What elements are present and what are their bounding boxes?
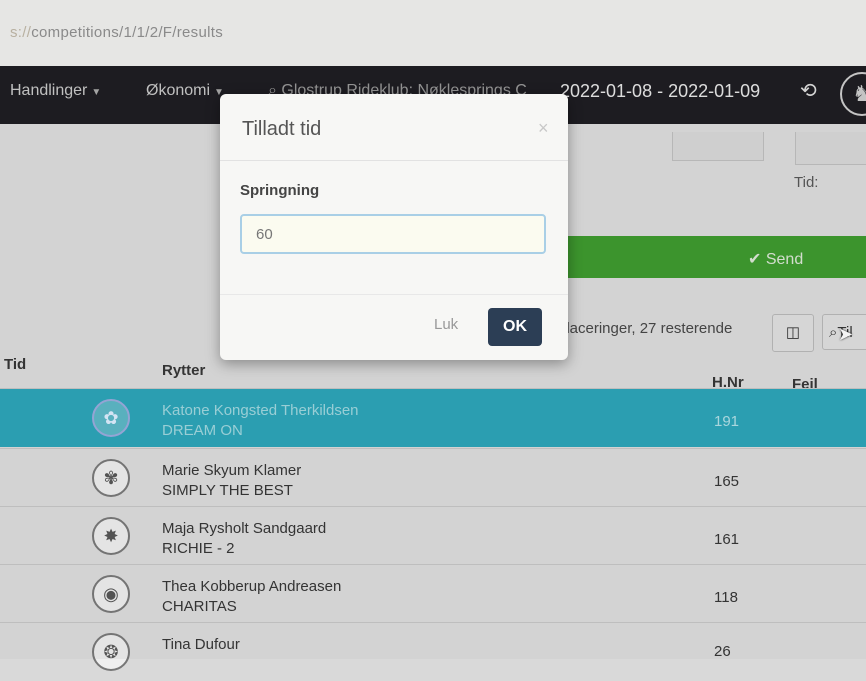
divider (220, 294, 568, 295)
url-scheme: s:// (10, 24, 32, 41)
tilladt-tid-dialog: Tilladt tid × Springning Luk OK (220, 94, 568, 360)
url-path: competitions/1/1/2/F/results (31, 24, 224, 41)
close-icon[interactable]: × (538, 118, 549, 139)
divider (220, 160, 568, 161)
ok-button[interactable]: OK (488, 308, 542, 346)
dialog-title: Tilladt tid (242, 118, 322, 140)
url-text[interactable]: s://competitions/1/1/2/F/results (10, 24, 223, 41)
browser-url-bar[interactable]: s://competitions/1/1/2/F/results (0, 0, 866, 66)
springning-label: Springning (240, 182, 320, 199)
springning-input[interactable] (240, 214, 546, 254)
close-button[interactable]: Luk (434, 316, 458, 333)
